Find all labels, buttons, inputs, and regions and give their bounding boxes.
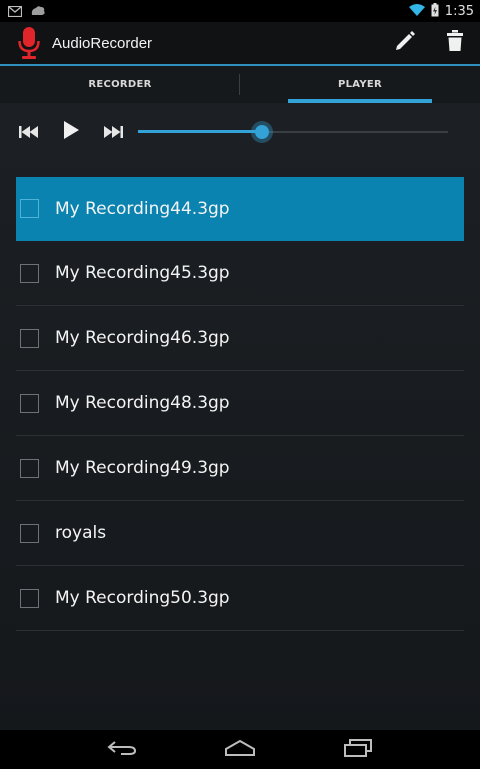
recording-name: My Recording45.3gp: [55, 263, 230, 283]
player-content: My Recording44.3gp My Recording45.3gp My R…: [0, 103, 480, 730]
recording-name: My Recording46.3gp: [55, 328, 230, 348]
row-checkbox[interactable]: [20, 328, 39, 348]
recording-name: royals: [55, 523, 107, 543]
gmail-icon: [7, 2, 23, 21]
edit-button[interactable]: [380, 22, 430, 64]
list-item[interactable]: My Recording46.3gp: [16, 306, 464, 371]
notification-icon: [30, 2, 46, 21]
seek-thumb-core: [255, 125, 269, 139]
tab-player[interactable]: PLAYER: [240, 66, 480, 103]
back-button[interactable]: [94, 732, 150, 768]
wifi-icon: [408, 2, 425, 21]
recent-apps-icon: [344, 738, 372, 761]
play-icon: [63, 121, 79, 143]
row-checkbox[interactable]: [20, 588, 39, 608]
previous-button[interactable]: [8, 112, 50, 152]
tab-player-label: PLAYER: [337, 79, 383, 90]
next-icon: [103, 123, 123, 142]
delete-button[interactable]: [430, 22, 480, 64]
list-item[interactable]: royals: [16, 501, 464, 566]
list-item[interactable]: My Recording49.3gp: [16, 436, 464, 501]
status-bar: 1:35: [0, 0, 480, 22]
list-item[interactable]: My Recording48.3gp: [16, 371, 464, 436]
row-checkbox[interactable]: [20, 393, 39, 413]
recording-name: My Recording48.3gp: [55, 393, 230, 413]
edit-icon: [394, 30, 416, 56]
delete-icon: [446, 30, 464, 56]
play-button[interactable]: [50, 112, 92, 152]
action-bar: AudioRecorder: [0, 22, 480, 64]
recent-apps-button[interactable]: [330, 732, 386, 768]
previous-icon: [19, 123, 39, 142]
recording-name: My Recording49.3gp: [55, 458, 230, 478]
row-checkbox[interactable]: [20, 199, 39, 218]
home-icon: [224, 739, 256, 760]
status-time: 1:35: [444, 3, 474, 19]
back-icon: [107, 740, 137, 760]
recording-name: My Recording50.3gp: [55, 588, 230, 608]
home-button[interactable]: [212, 732, 268, 768]
row-checkbox[interactable]: [20, 458, 39, 478]
app-title: AudioRecorder: [52, 34, 153, 52]
recording-name: My Recording44.3gp: [55, 198, 230, 219]
recording-list: My Recording44.3gp My Recording45.3gp My R…: [16, 177, 464, 631]
battery-charging-icon: [431, 2, 439, 21]
seek-progress: [138, 130, 262, 133]
tab-recorder-label: RECORDER: [88, 79, 152, 90]
seek-bar[interactable]: [138, 121, 448, 143]
list-item[interactable]: My Recording44.3gp: [16, 177, 464, 241]
tab-recorder[interactable]: RECORDER: [0, 66, 240, 103]
row-checkbox[interactable]: [20, 263, 39, 283]
navigation-bar: [0, 730, 480, 769]
row-checkbox[interactable]: [20, 523, 39, 543]
microphone-icon: [16, 26, 42, 60]
next-button[interactable]: [92, 112, 134, 152]
tab-bar: RECORDER PLAYER: [0, 66, 480, 103]
list-item[interactable]: My Recording50.3gp: [16, 566, 464, 631]
list-item[interactable]: My Recording45.3gp: [16, 241, 464, 306]
seek-thumb[interactable]: [251, 121, 273, 143]
